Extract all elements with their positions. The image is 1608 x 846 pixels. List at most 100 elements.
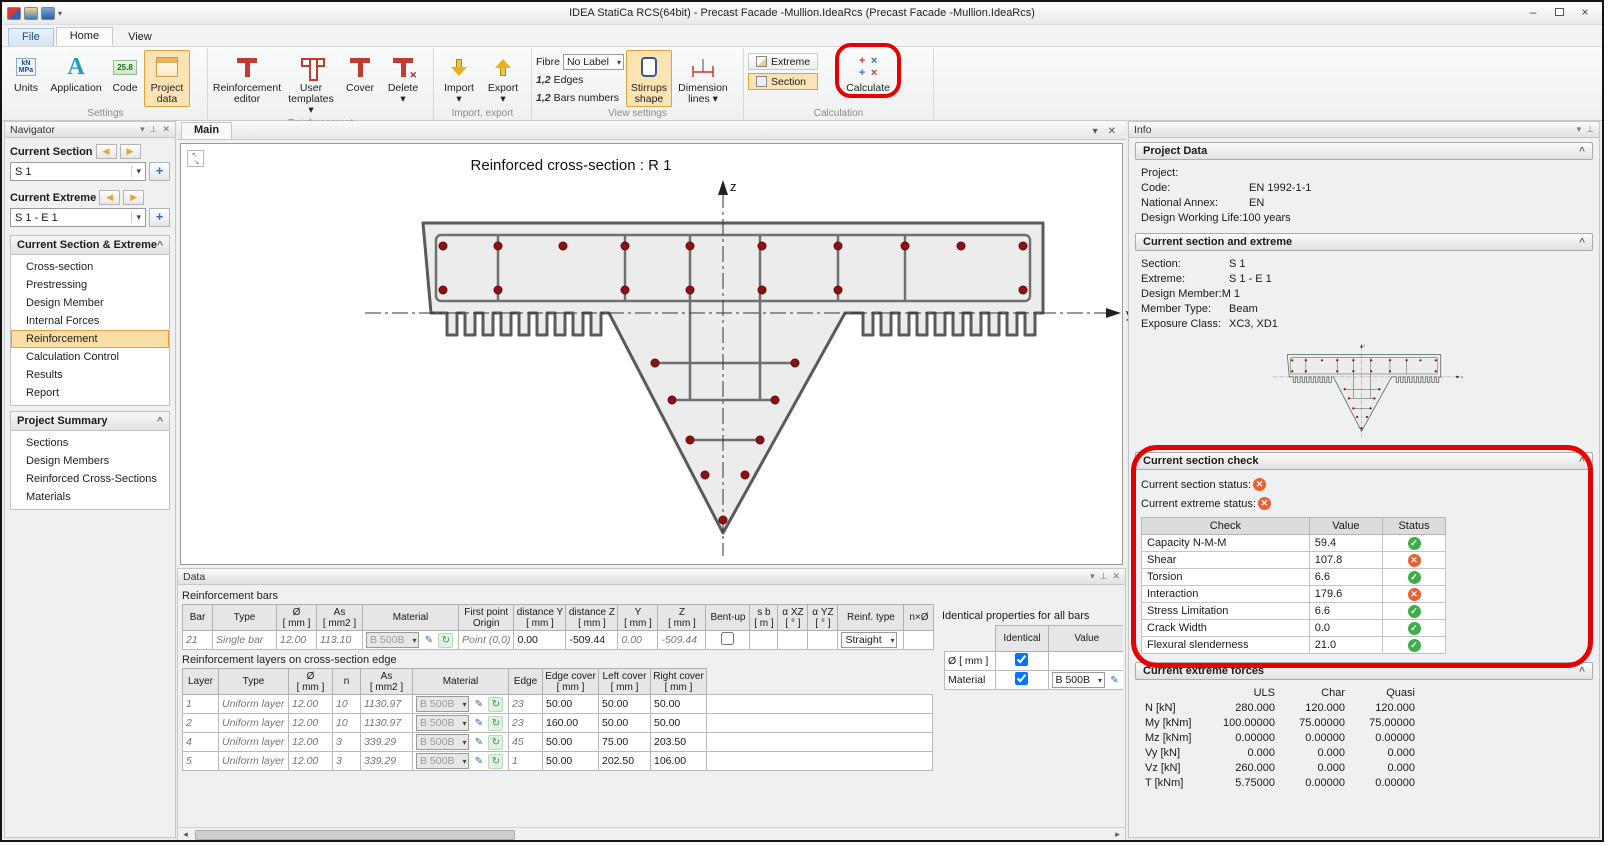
cell-right-cover[interactable]: 50.00 [651, 714, 707, 733]
edit-material-icon[interactable]: ✎ [471, 754, 486, 769]
refresh-material-icon[interactable]: ↻ [488, 754, 503, 769]
cell-right-cover[interactable]: 106.00 [651, 752, 707, 771]
tab-main[interactable]: Main [181, 122, 232, 139]
refresh-material-icon[interactable]: ↻ [488, 697, 503, 712]
data-close-icon[interactable]: ✕ [1112, 571, 1120, 582]
data-autohide-icon[interactable]: ▾ [1090, 571, 1095, 582]
material-select[interactable]: B 500B [416, 715, 469, 731]
material-select[interactable]: B 500B [416, 734, 469, 750]
delete-button[interactable]: ✕ Delete▾ [382, 50, 424, 107]
sidebar-item-results[interactable]: Results [11, 366, 169, 384]
section-extreme-group-header[interactable]: Current Section & Extreme^ [11, 236, 169, 255]
sidebar-item-cross-section[interactable]: Cross-section [11, 258, 169, 276]
add-extreme-button[interactable]: + [149, 208, 170, 227]
cell-edge-cover[interactable]: 50.00 [543, 733, 599, 752]
material-select[interactable]: B 500B [416, 696, 469, 712]
project-data-header[interactable]: Project Data^ [1135, 142, 1593, 160]
app-icon[interactable] [7, 7, 21, 20]
section-button[interactable]: Section [748, 73, 818, 90]
identical-material-checkbox[interactable] [1015, 672, 1028, 685]
dock-icon[interactable]: ▾ [1093, 126, 1098, 137]
edit-material-icon[interactable]: ✎ [421, 633, 436, 648]
material-select[interactable]: B 500B [416, 753, 469, 769]
current-section-extreme-header[interactable]: Current section and extreme^ [1135, 233, 1593, 251]
project-data-button[interactable]: Project data [144, 50, 190, 107]
identical-material-select[interactable]: B 500B [1052, 672, 1105, 688]
dimension-lines-button[interactable]: Dimension lines ▾ [674, 50, 732, 107]
scroll-left-icon[interactable]: ◂ [178, 829, 193, 840]
scrollbar-thumb[interactable] [195, 830, 515, 840]
current-extreme-forces-header[interactable]: Current extreme forces^ [1135, 662, 1593, 680]
scroll-right-icon[interactable]: ▸ [1110, 829, 1125, 840]
horizontal-scrollbar[interactable]: ◂ ▸ [178, 827, 1125, 841]
sidebar-item-report[interactable]: Report [11, 384, 169, 402]
sidebar-item-reinforcement[interactable]: Reinforcement [11, 330, 169, 348]
cell-edge-cover[interactable]: 50.00 [543, 695, 599, 714]
cover-button[interactable]: Cover [340, 50, 380, 107]
reinf-type-select[interactable]: Straight [841, 632, 897, 648]
info-pin-icon[interactable]: ⊥ [1586, 124, 1594, 135]
maximize-button[interactable] [1546, 5, 1572, 22]
edit-material-icon[interactable]: ✎ [471, 697, 486, 712]
drawing-canvas[interactable]: ↖ ↘ Reinforced cross-section : R 1 [180, 143, 1123, 565]
cell-distance-z[interactable]: -509.44 [566, 631, 618, 650]
application-button[interactable]: A Application [46, 50, 106, 107]
reinforcement-editor-button[interactable]: Reinforcement editor [212, 50, 282, 107]
current-section-check-header[interactable]: Current section check^ [1135, 452, 1593, 470]
cell-left-cover[interactable]: 75.00 [599, 733, 651, 752]
export-button[interactable]: Export▾ [482, 50, 524, 107]
cell-left-cover[interactable]: 202.50 [599, 752, 651, 771]
sidebar-item-design-member[interactable]: Design Member [11, 294, 169, 312]
next-extreme-button[interactable]: ▶ [123, 190, 144, 205]
calculate-button[interactable]: +×+× Calculate [842, 50, 894, 107]
cell-right-cover[interactable]: 50.00 [651, 695, 707, 714]
sidebar-item-internal-forces[interactable]: Internal Forces [11, 312, 169, 330]
tab-view[interactable]: View [115, 29, 165, 46]
bent-up-checkbox[interactable] [721, 632, 734, 645]
units-button[interactable]: kNMPa Units [8, 50, 44, 107]
quick-access-dropdown-icon[interactable]: ▾ [58, 9, 62, 18]
add-section-button[interactable]: + [149, 162, 170, 181]
code-button[interactable]: 25.8 Code [108, 50, 142, 107]
cell-right-cover[interactable]: 203.50 [651, 733, 707, 752]
close-button[interactable]: × [1572, 5, 1598, 22]
fibre-select[interactable]: No Label [563, 54, 624, 70]
import-button[interactable]: Import▾ [438, 50, 480, 107]
sidebar-item-calculation-control[interactable]: Calculation Control [11, 348, 169, 366]
current-extreme-select[interactable]: S 1 - E 1 [10, 208, 146, 227]
bars-numbers-toggle[interactable]: 1,2 Bars numbers [536, 89, 624, 106]
close-main-tab-icon[interactable]: ✕ [1108, 126, 1116, 137]
navigator-pin-icon[interactable]: ⊥ [150, 124, 158, 135]
cell-left-cover[interactable]: 50.00 [599, 714, 651, 733]
material-select[interactable]: B 500B [366, 632, 419, 648]
prev-extreme-button[interactable]: ◀ [99, 190, 120, 205]
cell-distance-y[interactable]: 0.00 [514, 631, 566, 650]
refresh-material-icon[interactable]: ↻ [488, 735, 503, 750]
sidebar-item-materials[interactable]: Materials [11, 488, 169, 506]
refresh-material-icon[interactable]: ↻ [438, 633, 453, 648]
edges-toggle[interactable]: 1,2 Edges [536, 71, 624, 88]
info-autohide-icon[interactable]: ▾ [1577, 124, 1582, 135]
navigator-autohide-icon[interactable]: ▾ [140, 124, 145, 135]
edit-material-icon[interactable]: ✎ [1107, 673, 1122, 688]
tab-file[interactable]: File [8, 28, 54, 46]
sidebar-item-design-members[interactable]: Design Members [11, 452, 169, 470]
extreme-button[interactable]: Extreme [748, 53, 818, 70]
project-summary-group-header[interactable]: Project Summary^ [11, 412, 169, 431]
navigator-close-icon[interactable]: ✕ [162, 124, 170, 135]
sidebar-item-sections[interactable]: Sections [11, 434, 169, 452]
tab-home[interactable]: Home [56, 27, 113, 46]
prev-section-button[interactable]: ◀ [96, 144, 117, 159]
next-section-button[interactable]: ▶ [120, 144, 141, 159]
sidebar-item-reinforced-cross-sections[interactable]: Reinforced Cross-Sections [11, 470, 169, 488]
minimize-button[interactable]: – [1520, 5, 1546, 22]
sidebar-item-prestressing[interactable]: Prestressing [11, 276, 169, 294]
cell-left-cover[interactable]: 50.00 [599, 695, 651, 714]
edit-material-icon[interactable]: ✎ [471, 735, 486, 750]
open-icon[interactable] [24, 7, 38, 20]
cell-edge-cover[interactable]: 50.00 [543, 752, 599, 771]
data-pin-icon[interactable]: ⊥ [1100, 571, 1108, 582]
identical-diameter-checkbox[interactable] [1015, 653, 1028, 666]
current-section-select[interactable]: S 1 [10, 162, 146, 181]
user-templates-button[interactable]: User templates ▾ [284, 50, 338, 117]
